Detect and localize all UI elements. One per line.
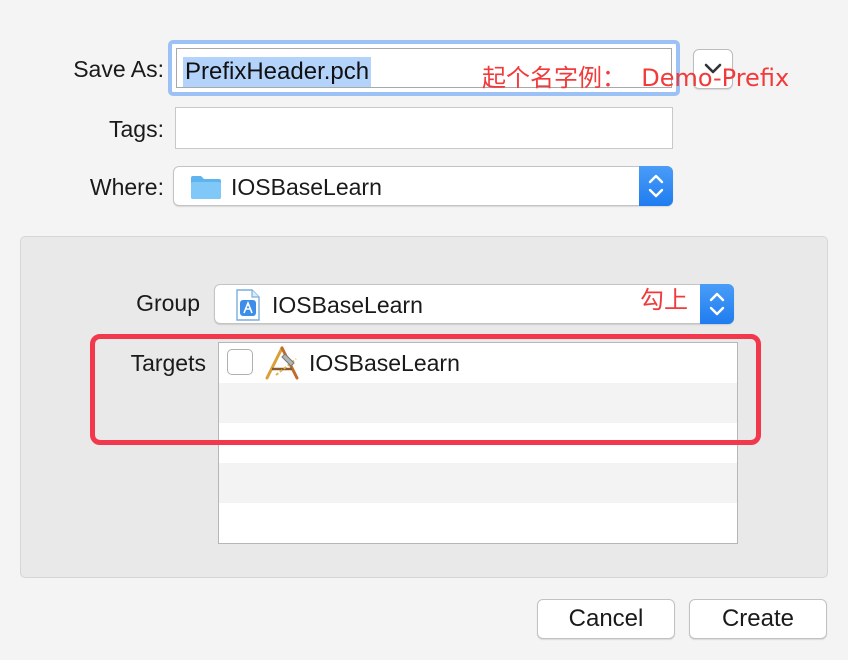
group-stepper[interactable]: [700, 284, 734, 324]
where-selected: IOSBaseLearn: [231, 174, 382, 200]
where-label: Where:: [89, 174, 164, 200]
annotation-name-hint: 起个名字例： Demo-Prefix: [482, 64, 790, 92]
chevron-up-down-icon: [709, 292, 725, 316]
chevron-up-down-icon: [648, 174, 664, 198]
folder-icon: [191, 176, 221, 199]
list-item: [219, 503, 737, 543]
annotation-highlight-box: [90, 334, 761, 445]
cancel-button[interactable]: Cancel: [537, 599, 675, 639]
save-as-label: Save As:: [73, 56, 164, 82]
list-item: [219, 463, 737, 503]
tags-label: Tags:: [109, 116, 164, 142]
project-file-icon: [236, 289, 260, 321]
annotation-check-hint: 勾上: [640, 286, 688, 314]
group-label: Group: [136, 290, 200, 316]
where-popup[interactable]: IOSBaseLearn: [173, 166, 673, 206]
tags-input[interactable]: [175, 107, 673, 149]
group-selected: IOSBaseLearn: [272, 292, 423, 318]
create-button[interactable]: Create: [689, 599, 827, 639]
save-as-value[interactable]: PrefixHeader.pch: [183, 57, 372, 87]
where-stepper[interactable]: [639, 166, 673, 206]
